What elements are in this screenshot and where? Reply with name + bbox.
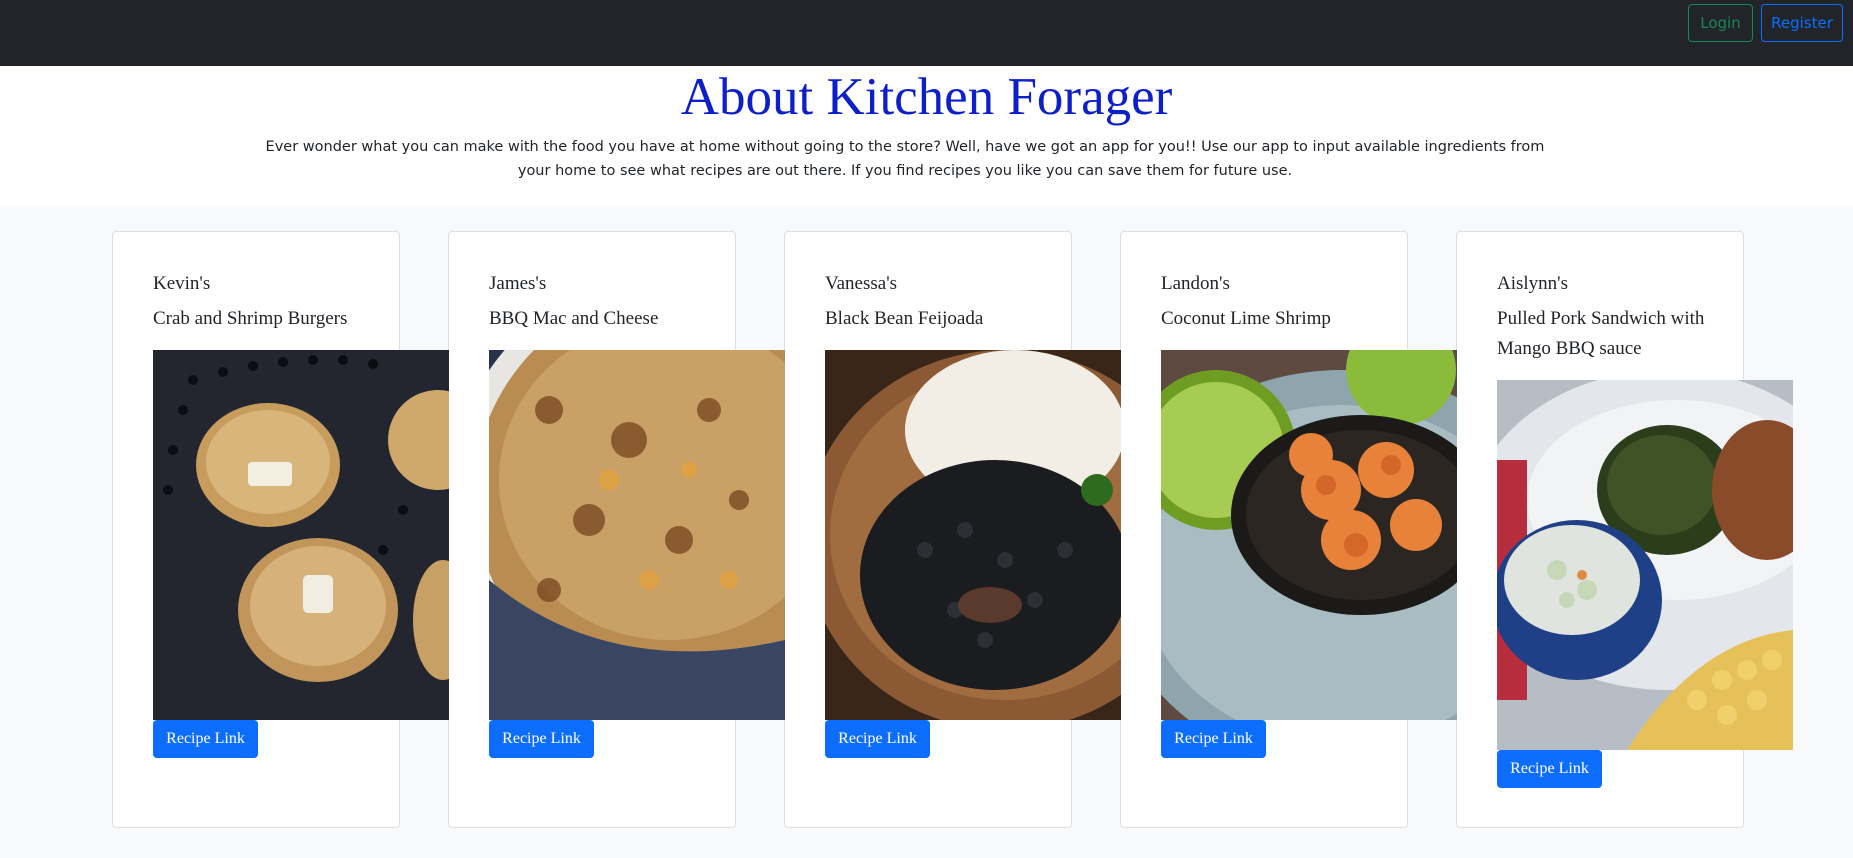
login-button[interactable]: Login (1688, 4, 1753, 42)
card-recipe-title: Crab and Shrimp Burgers (153, 308, 348, 329)
recipe-link-button[interactable]: Recipe Link (825, 720, 930, 758)
recipe-link-button[interactable]: Recipe Link (489, 720, 594, 758)
card-author: Aislynn's (1497, 273, 1568, 294)
register-button[interactable]: Register (1761, 4, 1843, 42)
pulled-pork-sandwich-image (1497, 380, 1793, 750)
bbq-mac-and-cheese-image (489, 350, 785, 720)
about-description: Ever wonder what you can make with the f… (265, 139, 1545, 179)
recipe-link-button[interactable]: Recipe Link (153, 720, 258, 758)
card-recipe-title: Black Bean Feijoada (825, 308, 984, 329)
page-title: About Kitchen Forager (680, 68, 1173, 126)
card-recipe-title: BBQ Mac and Cheese (489, 308, 659, 329)
crab-shrimp-burgers-image (153, 350, 449, 720)
recipe-link-button[interactable]: Recipe Link (1161, 720, 1266, 758)
recipe-card-aislynn: Aislynn's Pulled Pork Sandwich with Mang… (1456, 231, 1793, 828)
recipe-link-button[interactable]: Recipe Link (1497, 750, 1602, 788)
about-section: About Kitchen Forager Ever wonder what y… (0, 66, 1853, 206)
navbar: Login Register (0, 0, 1853, 66)
card-author: James's (489, 273, 547, 294)
black-bean-feijoada-image (825, 350, 1121, 720)
coconut-lime-shrimp-image (1161, 350, 1457, 720)
recipe-card-kevin: Kevin's Crab and Shrimp Burgers Recipe L… (112, 231, 449, 828)
card-recipe-title: Coconut Lime Shrimp (1161, 308, 1331, 329)
card-author: Kevin's (153, 273, 211, 294)
recipe-card-james: James's BBQ Mac and Cheese Recipe Link (448, 231, 785, 828)
card-recipe-title: Pulled Pork Sandwich with Mango BBQ sauc… (1497, 308, 1705, 359)
recipe-card-vanessa: Vanessa's Black Bean Feijoada Recipe Lin… (784, 231, 1121, 828)
recipe-card-landon: Landon's Coconut Lime Shrimp Recipe Link (1120, 231, 1457, 828)
card-author: Vanessa's (825, 273, 898, 294)
card-author: Landon's (1161, 273, 1230, 294)
